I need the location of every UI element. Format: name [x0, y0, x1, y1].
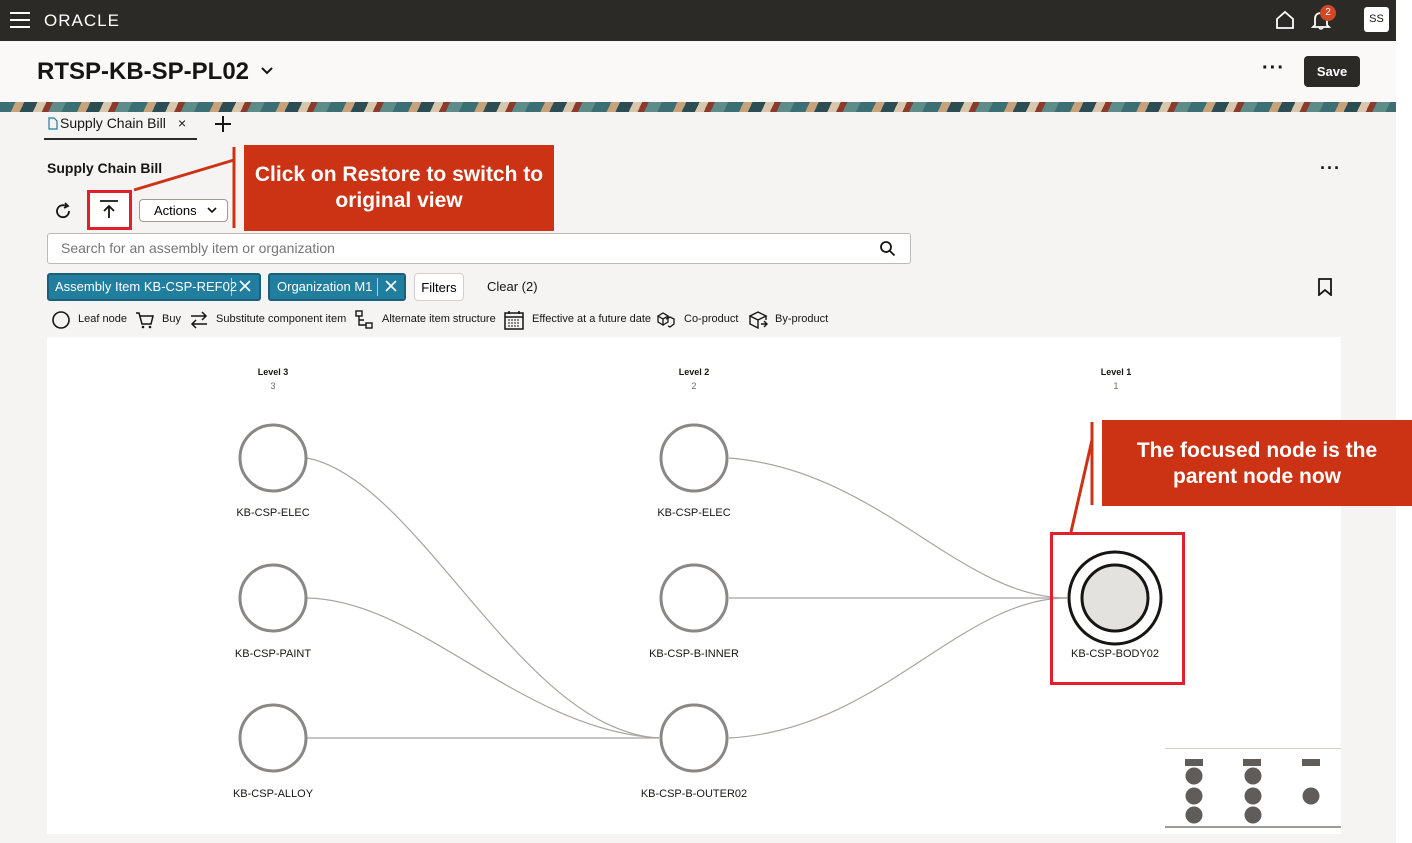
minimap-level-bar [1185, 759, 1203, 766]
minimap-node [1185, 806, 1203, 824]
minimap-node [1302, 787, 1320, 805]
minimap-node [1244, 767, 1262, 785]
minimap-level-bar [1243, 759, 1261, 766]
minimap-node [1244, 787, 1262, 805]
focused-node-callout: The focused node is the parent node now [1102, 420, 1412, 506]
restore-callout: Click on Restore to switch to original v… [244, 145, 554, 231]
minimap-node [1244, 806, 1262, 824]
minimap-node [1185, 767, 1203, 785]
minimap-level-bar [1302, 759, 1320, 766]
minimap-node [1185, 787, 1203, 805]
